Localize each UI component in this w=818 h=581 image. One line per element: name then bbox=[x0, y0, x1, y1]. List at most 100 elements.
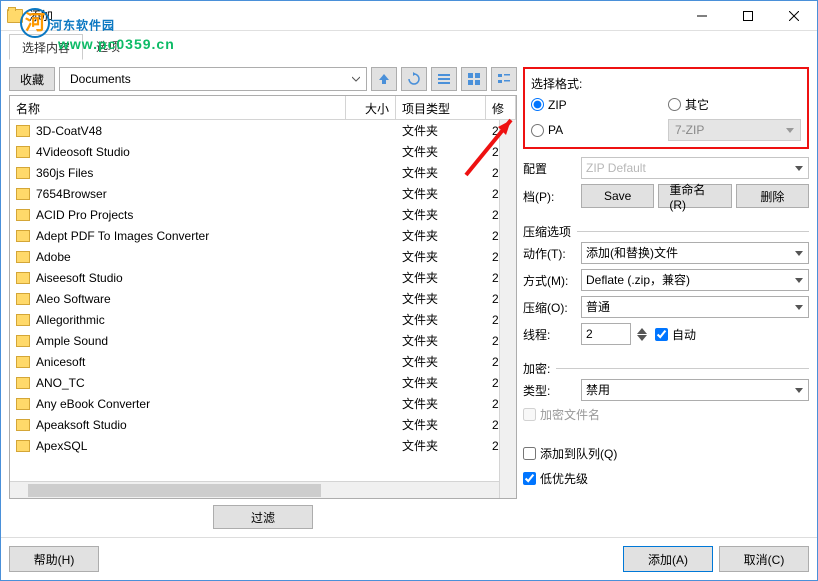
file-row[interactable]: Adept PDF To Images Converter文件夹20 bbox=[10, 225, 516, 246]
low-priority-checkbox[interactable]: 低优先级 bbox=[523, 470, 809, 487]
folder-icon bbox=[16, 188, 30, 200]
column-name[interactable]: 名称 bbox=[10, 96, 346, 119]
cancel-button[interactable]: 取消(C) bbox=[719, 546, 809, 572]
favorites-button[interactable]: 收藏 bbox=[9, 67, 55, 91]
column-modified[interactable]: 修 bbox=[486, 96, 516, 119]
rename-button[interactable]: 重命名(R) bbox=[658, 184, 731, 208]
refresh-button[interactable] bbox=[401, 67, 427, 91]
column-type[interactable]: 项目类型 bbox=[396, 96, 486, 119]
path-text: Documents bbox=[70, 72, 352, 86]
delete-button[interactable]: 删除 bbox=[736, 184, 809, 208]
file-rows: 3D-CoatV48文件夹204Videosoft Studio文件夹20360… bbox=[10, 120, 516, 498]
method-label: 方式(M): bbox=[523, 272, 575, 289]
file-row[interactable]: Apeaksoft Studio文件夹20 bbox=[10, 414, 516, 435]
encrypt-section: 加密: 类型: 禁用 加密文件名 bbox=[523, 358, 809, 423]
folder-icon bbox=[16, 146, 30, 158]
view-details-button[interactable] bbox=[431, 67, 457, 91]
folder-icon bbox=[16, 209, 30, 221]
close-button[interactable] bbox=[771, 1, 817, 31]
chevron-down-icon bbox=[352, 75, 360, 83]
encrypt-filenames-checkbox: 加密文件名 bbox=[523, 406, 809, 423]
folder-icon bbox=[16, 125, 30, 137]
file-row[interactable]: ACID Pro Projects文件夹20 bbox=[10, 204, 516, 225]
file-row[interactable]: Allegorithmic文件夹20 bbox=[10, 309, 516, 330]
tab-strip: 选择内容 选项 bbox=[1, 31, 817, 59]
maximize-button[interactable] bbox=[725, 1, 771, 31]
tab-select-content[interactable]: 选择内容 bbox=[9, 34, 83, 60]
path-selector[interactable]: Documents bbox=[59, 67, 367, 91]
folder-icon bbox=[16, 377, 30, 389]
save-button[interactable]: Save bbox=[581, 184, 654, 208]
help-button[interactable]: 帮助(H) bbox=[9, 546, 99, 572]
scrollbar-horizontal[interactable] bbox=[10, 481, 499, 498]
file-row[interactable]: Ample Sound文件夹20 bbox=[10, 330, 516, 351]
folder-icon bbox=[16, 419, 30, 431]
auto-threads-checkbox[interactable]: 自动 bbox=[655, 326, 707, 343]
profile-select[interactable]: ZIP Default bbox=[581, 157, 809, 179]
add-to-queue-checkbox[interactable]: 添加到队列(Q) bbox=[523, 445, 809, 462]
folder-icon bbox=[16, 398, 30, 410]
column-size[interactable]: 大小 bbox=[346, 96, 396, 119]
threads-input[interactable] bbox=[581, 323, 631, 345]
minimize-button[interactable] bbox=[679, 1, 725, 31]
add-button[interactable]: 添加(A) bbox=[623, 546, 713, 572]
tab-options[interactable]: 选项 bbox=[83, 33, 133, 59]
file-row[interactable]: Anicesoft文件夹20 bbox=[10, 351, 516, 372]
titlebar: 添加 bbox=[1, 1, 817, 31]
scrollbar-vertical[interactable] bbox=[499, 120, 516, 498]
bottom-bar: 帮助(H) 添加(A) 取消(C) bbox=[1, 537, 817, 580]
view-list-button[interactable] bbox=[461, 67, 487, 91]
window: 添加 选择内容 选项 收藏 Documents bbox=[0, 0, 818, 581]
file-row[interactable]: Any eBook Converter文件夹20 bbox=[10, 393, 516, 414]
format-zip-radio[interactable]: ZIP bbox=[531, 98, 664, 112]
format-section: 选择格式: ZIP 其它 PA 7-ZIP bbox=[523, 67, 809, 149]
window-controls bbox=[679, 1, 817, 31]
config-label: 配置 bbox=[523, 160, 575, 177]
format-other-radio[interactable]: 其它 bbox=[668, 96, 801, 113]
format-other-label: 其它 bbox=[685, 96, 709, 113]
action-select[interactable]: 添加(和替换)文件 bbox=[581, 242, 809, 264]
file-row[interactable]: ApexSQL文件夹20 bbox=[10, 435, 516, 456]
up-button[interactable] bbox=[371, 67, 397, 91]
folder-icon bbox=[16, 272, 30, 284]
content-area: 收藏 Documents 名称 大小 项目类型 修 bbox=[1, 59, 817, 537]
format-zip-label: ZIP bbox=[548, 98, 567, 112]
filter-button[interactable]: 过滤 bbox=[213, 505, 313, 529]
format-other-combo: 7-ZIP bbox=[668, 119, 801, 141]
format-pa-radio[interactable]: PA bbox=[531, 123, 664, 137]
encrypt-type-select[interactable]: 禁用 bbox=[581, 379, 809, 401]
file-row[interactable]: Adobe文件夹20 bbox=[10, 246, 516, 267]
file-list-header: 名称 大小 项目类型 修 bbox=[10, 96, 516, 120]
folder-icon bbox=[16, 314, 30, 326]
compress-title: 压缩选项 bbox=[523, 223, 571, 240]
compress-section: 压缩选项 动作(T): 添加(和替换)文件 方式(M): Deflate (.z… bbox=[523, 221, 809, 350]
file-row[interactable]: 4Videosoft Studio文件夹20 bbox=[10, 141, 516, 162]
view-tree-button[interactable] bbox=[491, 67, 517, 91]
folder-icon bbox=[16, 356, 30, 368]
folder-icon bbox=[16, 167, 30, 179]
file-list: 名称 大小 项目类型 修 3D-CoatV48文件夹204Videosoft S… bbox=[9, 95, 517, 499]
file-row[interactable]: ANO_TC文件夹20 bbox=[10, 372, 516, 393]
folder-icon bbox=[16, 251, 30, 263]
file-row[interactable]: 360js Files文件夹20 bbox=[10, 162, 516, 183]
encrypt-title: 加密: bbox=[523, 360, 550, 377]
browser-toolbar: 收藏 Documents bbox=[9, 67, 517, 91]
action-label: 动作(T): bbox=[523, 245, 575, 262]
folder-icon bbox=[16, 293, 30, 305]
folder-icon bbox=[16, 230, 30, 242]
folder-icon bbox=[16, 335, 30, 347]
level-select[interactable]: 普通 bbox=[581, 296, 809, 318]
file-row[interactable]: 7654Browser文件夹20 bbox=[10, 183, 516, 204]
encrypt-type-label: 类型: bbox=[523, 382, 575, 399]
threads-label: 线程: bbox=[523, 326, 575, 343]
file-row[interactable]: Aiseesoft Studio文件夹20 bbox=[10, 267, 516, 288]
file-row[interactable]: Aleo Software文件夹20 bbox=[10, 288, 516, 309]
threads-stepper[interactable] bbox=[637, 328, 649, 341]
folder-icon bbox=[7, 9, 23, 23]
file-row[interactable]: 3D-CoatV48文件夹20 bbox=[10, 120, 516, 141]
format-pa-label: PA bbox=[548, 123, 563, 137]
window-title: 添加 bbox=[29, 7, 679, 24]
method-select[interactable]: Deflate (.zip，兼容) bbox=[581, 269, 809, 291]
folder-icon bbox=[16, 440, 30, 452]
right-pane: 选择格式: ZIP 其它 PA 7-ZIP 配置 ZIP Default 档(P… bbox=[523, 67, 809, 529]
